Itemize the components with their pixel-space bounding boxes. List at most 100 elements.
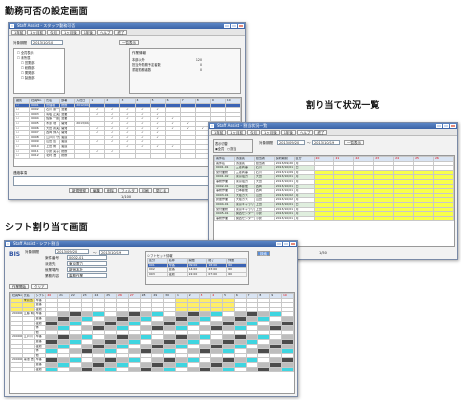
bottom-button-0[interactable]: 新規登録 (69, 188, 89, 193)
assignment-table[interactable]: 案件名 派遣先 担当者 契約期間 区分 20 21 22 23 24 25 26 案件名 派遣先 担当者 20… (213, 155, 455, 247)
calendar-cell[interactable] (104, 366, 118, 373)
tree-checkbox-icon[interactable]: ☐ (17, 56, 20, 60)
calendar-cell[interactable] (210, 366, 224, 373)
toolbar-button-4[interactable]: 1年後 (280, 130, 296, 135)
tree-item[interactable]: ☐製造部 (16, 76, 62, 81)
close-icon[interactable] (238, 24, 244, 28)
calendar-cell[interactable] (233, 366, 247, 373)
row-checkbox-icon[interactable]: ☐ (16, 127, 19, 130)
period-from-input[interactable]: 2013/09/20 (277, 140, 305, 145)
calendar-cell[interactable] (68, 366, 82, 373)
toolbar-button-6[interactable]: 終了 (114, 30, 128, 35)
maximize-icon[interactable] (231, 24, 237, 28)
calendar-cell[interactable] (257, 366, 271, 373)
minimize-icon[interactable] (224, 24, 230, 28)
calendar-cell[interactable] (163, 366, 176, 373)
row-checkbox-icon[interactable]: ☐ (16, 118, 19, 121)
tree-checkbox-icon[interactable]: ☐ (21, 76, 24, 80)
close-icon[interactable] (290, 242, 296, 246)
action-button-0[interactable]: 作業開始 (9, 284, 29, 289)
calendar-cell[interactable] (57, 366, 70, 373)
display-option[interactable]: ○割当 (227, 146, 236, 151)
bottom-button-3[interactable]: フィルタ (118, 188, 138, 193)
row-checkbox-icon[interactable]: ☐ (16, 113, 19, 116)
toolbar-button-3[interactable]: 1ヶ月後 (60, 30, 80, 35)
minimize-icon[interactable] (276, 242, 282, 246)
calendar-column-header[interactable]: 社員No. (10, 293, 23, 299)
toolbar-button-3[interactable]: 1ヶ月後 (260, 130, 280, 135)
bottom-button-2[interactable]: 削除 (104, 188, 117, 193)
maximize-icon[interactable] (443, 124, 449, 128)
table-cell[interactable] (179, 153, 196, 159)
calendar-cell[interactable] (269, 366, 282, 373)
table-cell[interactable] (89, 153, 106, 159)
row-checkbox-icon[interactable]: ☐ (16, 109, 19, 112)
toolbar-button-4[interactable]: 1年後 (80, 30, 96, 35)
toolbar-button-5[interactable]: ヘルプ (296, 130, 314, 135)
calendar-cell[interactable] (80, 366, 94, 373)
table-cell[interactable] (164, 153, 181, 159)
row-checkbox-icon[interactable]: ☐ (16, 155, 19, 158)
row-checkbox-icon[interactable]: ☐ (16, 150, 19, 153)
toolbar-button-2[interactable]: 今月 (46, 30, 60, 35)
calendar-cell[interactable] (245, 366, 259, 373)
tree-checkbox-icon[interactable]: ☐ (17, 51, 20, 55)
toolbar-button-2[interactable]: 今月 (246, 130, 260, 135)
toolbar-button-0[interactable]: 1年前 (11, 30, 27, 35)
toolbar-button-5[interactable]: ヘルプ (96, 30, 114, 35)
table-cell[interactable] (119, 153, 136, 159)
calendar-cell[interactable] (127, 366, 141, 373)
maximize-icon[interactable] (283, 242, 289, 246)
table-cell[interactable] (134, 153, 151, 159)
calendar-cell[interactable] (186, 366, 200, 373)
field-value[interactable]: 東京電力 (67, 261, 107, 266)
calendar-cell[interactable] (45, 366, 59, 373)
table-row[interactable]: 事務作業 関西センター 小倉 2013/10/01 月 (214, 215, 454, 222)
minimize-icon[interactable] (436, 124, 442, 128)
row-checkbox-icon[interactable]: ☐ (16, 122, 19, 125)
row-checkbox-icon[interactable]: ☐ (16, 141, 19, 144)
calendar-cell[interactable] (198, 366, 212, 373)
calendar-cell[interactable] (151, 366, 165, 373)
field-value[interactable]: 事務作業 (67, 273, 107, 278)
table-row[interactable]: ☐ 0012 北村 浩総務 (14, 153, 241, 159)
close-icon[interactable] (450, 124, 456, 128)
bottom-button-1[interactable]: 編集 (90, 188, 103, 193)
list-button[interactable]: 一覧表示 (344, 140, 364, 145)
bottom-button-5[interactable]: 閉じる (152, 188, 170, 193)
field-value[interactable]: 新宿本社 (67, 267, 107, 272)
calendar-cell[interactable] (174, 366, 188, 373)
filter-date-input[interactable]: 2013/10/10 (31, 40, 63, 45)
field-value[interactable]: 2013/09/20 (55, 249, 89, 254)
calendar-cell[interactable] (280, 366, 294, 373)
row-checkbox-icon[interactable]: ☐ (16, 104, 19, 107)
toolbar-button-1[interactable]: 1ヶ月前 (227, 130, 246, 135)
toolbar-button-0[interactable]: 1年前 (211, 130, 227, 135)
table-cell[interactable] (149, 153, 166, 159)
list-button[interactable]: 一覧表示 (119, 40, 139, 45)
department-tree[interactable]: ☐全員表示 ☐未所属 ☐営業部 ☐総務部 ☐開発部 ☐製造部 (13, 48, 65, 94)
toolbar-button-6[interactable]: 終了 (314, 130, 328, 135)
calendar-row[interactable]: 夜勤 (10, 366, 294, 373)
tree-checkbox-icon[interactable]: ☐ (21, 71, 24, 75)
calendar-cell[interactable] (139, 366, 153, 373)
tree-checkbox-icon[interactable]: ☐ (21, 66, 24, 70)
bottom-button-4[interactable]: 印刷 (138, 188, 152, 193)
calendar-column-header[interactable]: シフト (33, 293, 47, 299)
shift-row[interactable]: 003 夜勤 22:00 07:00 60 (147, 271, 247, 278)
tree-checkbox-icon[interactable]: ☐ (21, 61, 24, 65)
period-to-input[interactable]: 2013/10/19 (99, 250, 129, 255)
field-value[interactable]: 0002-01 (67, 255, 107, 260)
row-checkbox-icon[interactable]: ☐ (16, 132, 19, 135)
table-cell[interactable] (104, 153, 121, 159)
period-to-input[interactable]: 2013/10/19 (312, 140, 340, 145)
calendar-cell[interactable] (116, 366, 129, 373)
calendar-cell[interactable] (92, 366, 106, 373)
display-option[interactable]: ◉全員 (215, 146, 224, 151)
row-checkbox-icon[interactable]: ☐ (16, 145, 19, 148)
toolbar-button-1[interactable]: 1ヶ月前 (27, 30, 46, 35)
row-checkbox-icon[interactable]: ☐ (16, 136, 19, 139)
action-button-1[interactable]: クリア (31, 284, 48, 289)
calendar-cell[interactable] (222, 366, 235, 373)
shift-calendar[interactable]: 社員No. 氏名 シフト 20 21 22 23 24 25 26 27 28 29 30 1 2 3 4 5 6 7 8… (9, 292, 295, 394)
